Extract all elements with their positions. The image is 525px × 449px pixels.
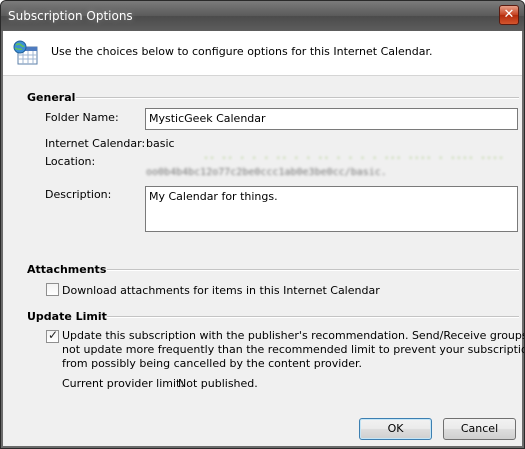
general-section-title: General [27, 91, 76, 104]
folder-name-field[interactable]: MysticGeek Calendar [145, 108, 518, 130]
close-icon: ✕ [503, 7, 515, 22]
subscription-options-dialog: Subscription Options ✕ Use the choices b… [0, 0, 525, 449]
update-subscription-checkbox[interactable]: ✓ [46, 328, 59, 343]
update-subscription-label-line-1[interactable]: Update this subscription with the publis… [62, 329, 524, 342]
provider-limit-label: Current provider limit: [62, 377, 185, 390]
description-field[interactable]: My Calendar for things. [145, 186, 518, 232]
download-attachments-checkbox[interactable] [46, 283, 59, 296]
header-instructions: Use the choices below to configure optio… [51, 45, 433, 58]
update-subscription-label-line-3[interactable]: from possibly being cancelled by the con… [62, 357, 362, 370]
location-label: Location: [45, 155, 96, 168]
ok-button[interactable]: OK [359, 418, 432, 440]
internet-calendar-value: basic [146, 137, 175, 150]
attachments-separator [107, 269, 519, 271]
folder-name-label: Folder Name: [45, 111, 119, 124]
header-band: Use the choices below to configure optio… [3, 31, 522, 76]
window-title: Subscription Options [8, 9, 133, 23]
download-attachments-label[interactable]: Download attachments for items in this I… [62, 284, 380, 297]
cancel-button[interactable]: Cancel [443, 418, 516, 440]
attachments-section-title: Attachments [27, 263, 107, 276]
close-button[interactable]: ✕ [499, 5, 519, 25]
location-value-line-1: ·· ·· · · · ·· · · ·· · · · · ··· ···· ·… [203, 153, 503, 164]
update-subscription-label-line-2[interactable]: not update more frequently than the reco… [62, 343, 524, 356]
update-limit-separator [107, 316, 519, 318]
location-value-line-2: oo0b4b4bc12o77c2be0ccc1ab0e3be0cc/basic.… [146, 167, 386, 178]
general-separator [76, 97, 519, 99]
checkmark-icon: ✓ [48, 328, 59, 342]
update-limit-section-title: Update Limit [27, 310, 107, 323]
title-bar[interactable]: Subscription Options ✕ [1, 1, 524, 31]
provider-limit-value: Not published. [178, 377, 258, 390]
internet-calendar-label: Internet Calendar: [45, 137, 146, 150]
dialog-body: Use the choices below to configure optio… [3, 31, 524, 446]
internet-calendar-icon [13, 40, 38, 65]
description-label: Description: [45, 188, 112, 201]
